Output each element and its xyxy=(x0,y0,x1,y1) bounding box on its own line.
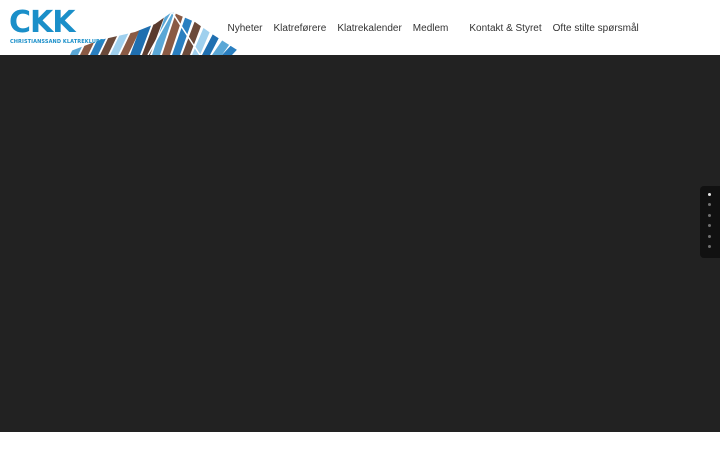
mountain-stripes-icon xyxy=(60,12,245,55)
nav-item-kontakt-styret[interactable]: Kontakt & Styret xyxy=(464,23,547,34)
nav-item-medlem[interactable]: Medlem xyxy=(407,23,454,34)
hero-slider xyxy=(0,55,720,432)
main-navigation: Nyheter Klatreførere Klatrekalender Medl… xyxy=(222,18,644,38)
slide-dot[interactable] xyxy=(708,224,711,227)
nav-item-klatrekalender[interactable]: Klatrekalender xyxy=(332,23,407,34)
logo-wordmark: CKK xyxy=(9,5,76,40)
slide-dot[interactable] xyxy=(708,245,711,248)
site-logo[interactable]: CKK CHRISTIANSSAND KLATREKLUBB xyxy=(0,0,250,55)
slide-dot[interactable] xyxy=(708,214,711,217)
nav-item-ofte-stilte-sporsmal[interactable]: Ofte stilte spørsmål xyxy=(547,23,644,34)
slide-navigation-dots xyxy=(700,186,720,258)
slide-dot[interactable] xyxy=(708,193,711,196)
slide-dot[interactable] xyxy=(708,203,711,206)
site-header: CKK CHRISTIANSSAND KLATREKLUBB Nyheter K… xyxy=(0,0,720,55)
nav-item-klatreforere[interactable]: Klatreførere xyxy=(268,23,332,34)
logo-subtitle: CHRISTIANSSAND KLATREKLUBB xyxy=(10,39,104,45)
slide-dot[interactable] xyxy=(708,235,711,238)
nav-item-nyheter[interactable]: Nyheter xyxy=(222,23,268,34)
